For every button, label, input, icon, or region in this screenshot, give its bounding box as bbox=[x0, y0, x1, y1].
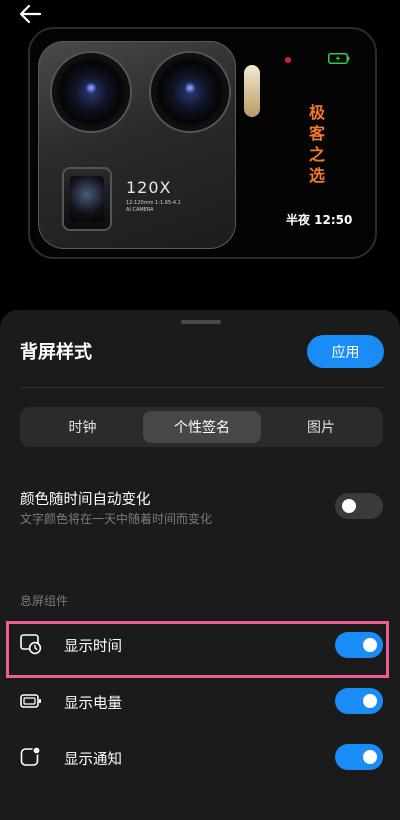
signature-char-1: 极 bbox=[308, 103, 325, 122]
camera-zoom-label: 120X bbox=[126, 178, 172, 197]
camera-spec-line-2: AI CAMERA bbox=[126, 207, 154, 213]
signature-char-3: 之 bbox=[308, 145, 325, 164]
apply-button[interactable]: 应用 bbox=[307, 335, 384, 368]
widget-label-time: 显示时间 bbox=[64, 639, 122, 655]
auto-color-toggle[interactable] bbox=[335, 493, 383, 519]
camera-flash bbox=[244, 65, 260, 117]
widget-toggle-time[interactable] bbox=[335, 632, 383, 658]
tab-image[interactable]: 图片 bbox=[263, 411, 379, 443]
camera-spec-line-1: 12-120mm 1:1.95-4.1 bbox=[126, 200, 181, 206]
signature-text: 极 客 之 选 bbox=[305, 102, 329, 186]
widgets-section-label: 息屏组件 bbox=[20, 594, 69, 608]
arrow-left-icon bbox=[19, 4, 42, 24]
camera-lens-wide bbox=[151, 53, 229, 131]
signature-char-2: 客 bbox=[308, 124, 325, 143]
signature-char-4: 选 bbox=[308, 166, 325, 185]
notification-icon bbox=[20, 746, 41, 766]
back-button[interactable] bbox=[18, 0, 58, 28]
camera-lens-main bbox=[52, 53, 130, 131]
widget-label-battery: 显示电量 bbox=[64, 696, 122, 712]
divider bbox=[20, 387, 383, 388]
tab-signature[interactable]: 个性签名 bbox=[143, 411, 261, 443]
camera-spec-label: 12-120mm 1:1.95-4.1 AI CAMERA bbox=[126, 200, 181, 214]
tab-clock[interactable]: 时钟 bbox=[24, 411, 141, 443]
widget-toggle-battery[interactable] bbox=[335, 688, 383, 714]
auto-color-subtitle: 文字颜色将在一天中随着时间而变化 bbox=[20, 512, 213, 526]
sheet-title: 背屏样式 bbox=[20, 342, 92, 363]
auto-color-title: 颜色随时间自动变化 bbox=[20, 492, 151, 508]
widget-label-notification: 显示通知 bbox=[64, 752, 122, 768]
recording-indicator-dot bbox=[285, 57, 291, 63]
battery-icon bbox=[20, 694, 41, 708]
widget-toggle-notification[interactable] bbox=[335, 744, 383, 770]
clock-widget-icon bbox=[20, 634, 42, 655]
preview-time: 半夜 12:50 bbox=[286, 213, 353, 227]
sheet-drag-handle[interactable] bbox=[181, 320, 221, 324]
periscope-glass bbox=[70, 176, 104, 222]
preview-battery-icon bbox=[328, 53, 350, 64]
